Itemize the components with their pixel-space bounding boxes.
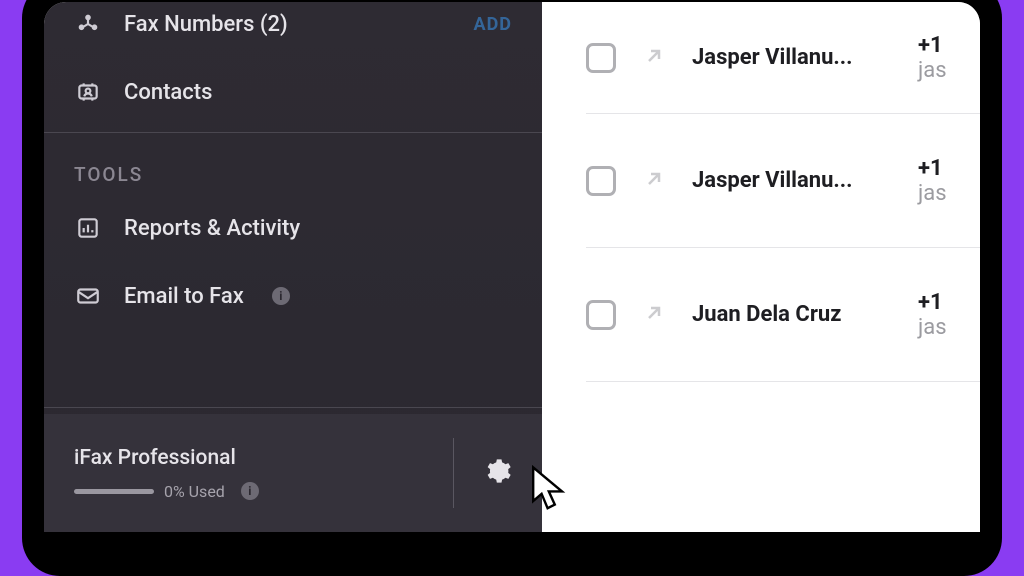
- sidebar-item-label-email-to-fax: Email to Fax: [124, 284, 244, 309]
- gear-icon[interactable]: [484, 457, 512, 489]
- contact-sub: jas: [918, 181, 947, 206]
- contact-phone: +1: [918, 156, 943, 181]
- footer-vertical-divider: [453, 438, 454, 508]
- sidebar-section-tools: TOOLS: [44, 139, 542, 194]
- sidebar: Fax Numbers (2) ADD Contacts: [44, 2, 542, 532]
- sidebar-item-label-reports: Reports & Activity: [124, 216, 300, 241]
- add-fax-number-link[interactable]: ADD: [474, 14, 513, 35]
- sidebar-item-label-contacts: Contacts: [124, 80, 212, 105]
- contacts-list: Jasper Villanu... +1 jas Jasper Villanu.…: [542, 2, 980, 532]
- sidebar-item-email-to-fax[interactable]: Email to Fax i: [44, 262, 542, 330]
- sidebar-item-fax-numbers[interactable]: Fax Numbers (2) ADD: [44, 2, 542, 58]
- arrow-up-right-icon: [642, 44, 666, 72]
- usage-bar: [74, 489, 154, 494]
- info-icon[interactable]: i: [272, 287, 290, 305]
- info-icon[interactable]: i: [241, 482, 259, 500]
- contact-sub: jas: [918, 58, 947, 83]
- reports-icon: [74, 214, 102, 242]
- sidebar-footer-divider: [44, 407, 542, 408]
- sidebar-item-reports[interactable]: Reports & Activity: [44, 194, 542, 262]
- table-row[interactable]: Jasper Villanu... +1 jas: [586, 2, 980, 114]
- row-checkbox[interactable]: [586, 166, 616, 196]
- sidebar-footer: iFax Professional 0% Used i: [44, 414, 542, 532]
- sidebar-divider: [44, 132, 542, 133]
- row-checkbox[interactable]: [586, 43, 616, 73]
- row-checkbox[interactable]: [586, 300, 616, 330]
- sidebar-item-label-fax-numbers: Fax Numbers (2): [124, 12, 288, 37]
- contact-name: Jasper Villanu...: [692, 168, 892, 193]
- contact-phone: +1: [918, 290, 943, 315]
- usage-text: 0% Used: [164, 482, 225, 501]
- contact-phone: +1: [918, 33, 943, 58]
- contacts-icon: [74, 78, 102, 106]
- contact-name: Juan Dela Cruz: [692, 302, 892, 327]
- table-row[interactable]: Jasper Villanu... +1 jas: [586, 114, 980, 248]
- table-row[interactable]: Juan Dela Cruz +1 jas: [586, 248, 980, 382]
- contact-sub: jas: [918, 315, 947, 340]
- fax-number-icon: [74, 10, 102, 38]
- contact-name: Jasper Villanu...: [692, 45, 892, 70]
- arrow-up-right-icon: [642, 301, 666, 329]
- arrow-up-right-icon: [642, 167, 666, 195]
- sidebar-item-contacts[interactable]: Contacts: [44, 58, 542, 126]
- plan-name: iFax Professional: [74, 446, 443, 470]
- email-icon: [74, 282, 102, 310]
